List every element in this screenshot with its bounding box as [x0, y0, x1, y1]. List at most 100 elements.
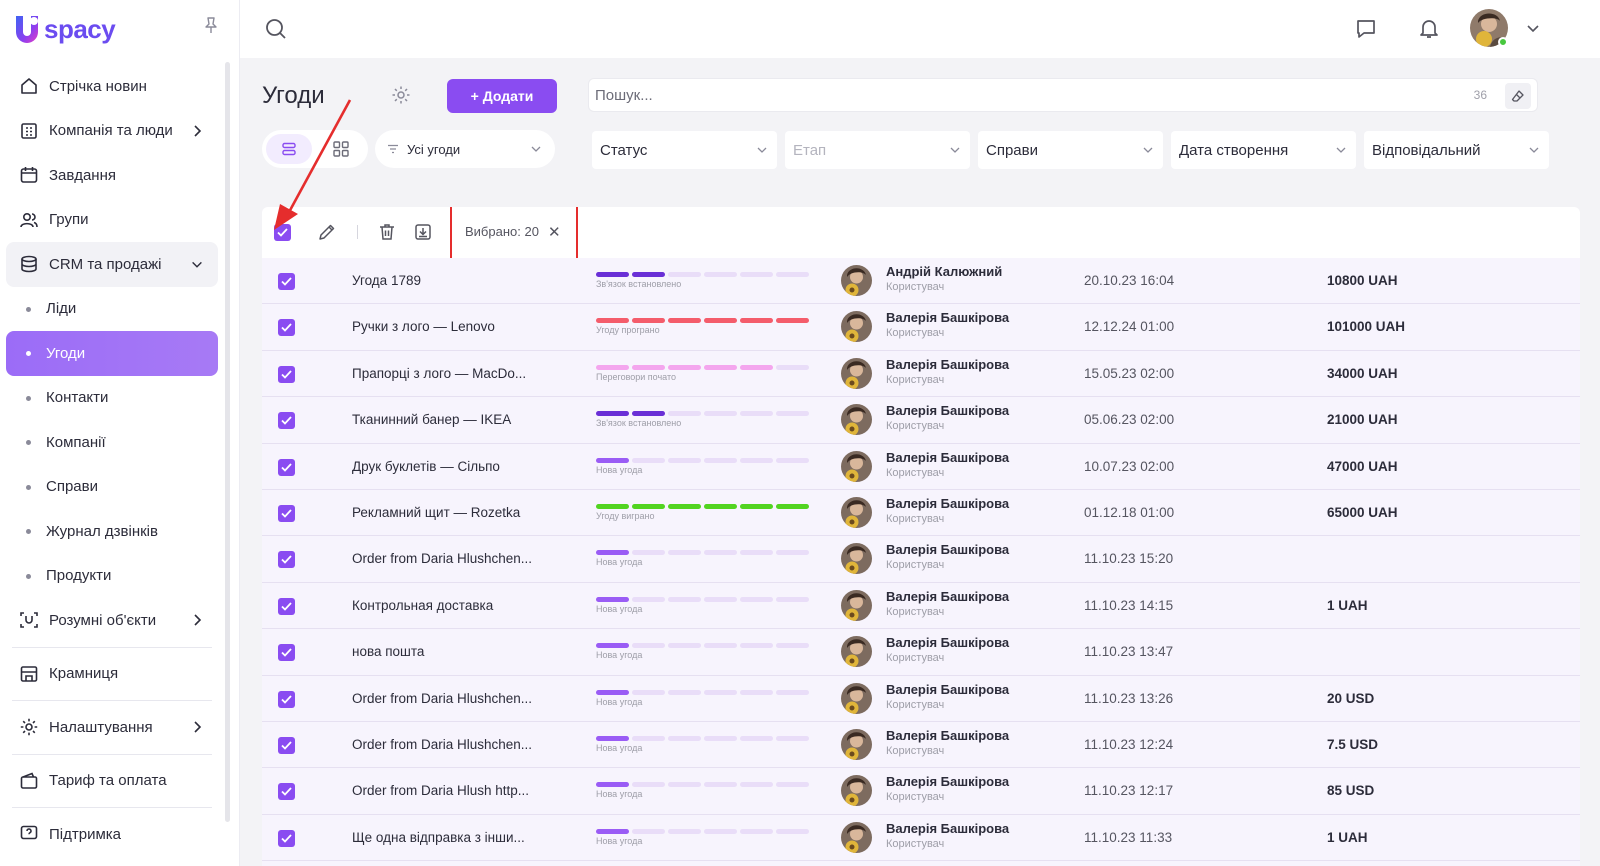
trash-icon[interactable]: [377, 222, 397, 242]
table-row[interactable]: Ручки з лого — Lenovo Угоду програно Валер…: [262, 304, 1580, 351]
row-checkbox[interactable]: [278, 597, 295, 615]
sidebar-subitem-activities[interactable]: Справи: [6, 465, 218, 510]
sidebar-item-settings[interactable]: Налаштування: [6, 705, 218, 750]
row-checkbox[interactable]: [278, 412, 295, 430]
deals-filter-select[interactable]: Усі угоди: [375, 130, 555, 168]
stage-segment: [632, 503, 665, 509]
deal-name[interactable]: Order from Daria Hlushchen...: [352, 551, 572, 566]
deal-name[interactable]: Ручки з лого — Lenovo: [352, 319, 572, 334]
owner-name[interactable]: Валерія Башкірова: [886, 357, 1009, 372]
deal-name[interactable]: Order from Daria Hlush http...: [352, 783, 572, 798]
deal-name[interactable]: Order from Daria Hlushchen...: [352, 737, 572, 752]
row-checkbox[interactable]: [278, 365, 295, 383]
stage-progress: Угоду програно: [596, 318, 812, 335]
app-logo[interactable]: spacy: [12, 12, 116, 46]
row-checkbox[interactable]: [278, 783, 295, 801]
stage-segment: [632, 550, 665, 556]
sidebar-item-billing[interactable]: Тариф та оплата: [6, 759, 218, 804]
row-checkbox[interactable]: [278, 551, 295, 569]
deal-name[interactable]: нова пошта: [352, 644, 572, 659]
sidebar-item-news[interactable]: Стрічка новин: [6, 64, 218, 109]
stage-progress: Нова угода: [596, 643, 812, 660]
table-row[interactable]: Друк буклетів — Сільпо Нова угода Валерія …: [262, 443, 1580, 490]
deal-name[interactable]: Order from Daria Hlushchen...: [352, 691, 572, 706]
row-checkbox[interactable]: [278, 736, 295, 754]
add-deal-button[interactable]: + Додати: [447, 79, 557, 113]
row-checkbox[interactable]: [278, 644, 295, 662]
sidebar-subitem-contacts[interactable]: Контакти: [6, 376, 218, 421]
search-input[interactable]: [595, 79, 1455, 111]
sidebar-item-tasks[interactable]: Завдання: [6, 153, 218, 198]
owner-name[interactable]: Валерія Башкірова: [886, 496, 1009, 511]
table-row[interactable]: Order from Daria Hlush http... Нова угода…: [262, 768, 1580, 815]
sidebar-item-smart-objects[interactable]: Розумні об'єкти: [6, 598, 218, 643]
clear-selection-icon[interactable]: ✕: [548, 223, 561, 241]
table-row[interactable]: Рекламний щит — Rozetka Угоду виграно Вале…: [262, 489, 1580, 537]
table-row[interactable]: Угода 1789 Зв'язок встановлено Андрій Калю…: [262, 258, 1580, 305]
sidebar-subitem-leads[interactable]: Ліди: [6, 287, 218, 332]
chat-icon[interactable]: [1354, 17, 1378, 41]
owner-name[interactable]: Валерія Башкірова: [886, 774, 1009, 789]
deal-name[interactable]: Прапорці з лого — MacDo...: [352, 366, 572, 381]
row-checkbox[interactable]: [278, 319, 295, 337]
table-row[interactable]: Ще одна відправка з інши... Нова угода Вал…: [262, 814, 1580, 862]
select-all-checkbox[interactable]: [274, 224, 291, 241]
list-view-icon[interactable]: [266, 134, 312, 164]
table-row[interactable]: Order from Daria Hlushchen... Нова угода В…: [262, 721, 1580, 769]
owner-name[interactable]: Валерія Башкірова: [886, 542, 1009, 557]
owner-name[interactable]: Валерія Башкірова: [886, 635, 1009, 650]
gear-icon[interactable]: [390, 84, 412, 106]
row-checkbox[interactable]: [278, 273, 295, 290]
sidebar-subitem-deals[interactable]: Угоди: [6, 331, 218, 376]
activities-filter[interactable]: Справи: [978, 131, 1163, 169]
chevron-down-icon[interactable]: [1526, 22, 1540, 36]
stage-filter[interactable]: Етап: [785, 131, 970, 169]
sidebar-item-store[interactable]: Крамниця: [6, 652, 218, 697]
owner-avatar: [841, 496, 872, 528]
owner-name[interactable]: Валерія Башкірова: [886, 821, 1009, 836]
deal-name[interactable]: Друк буклетів — Сільпо: [352, 459, 572, 474]
deal-name[interactable]: Угода 1789: [352, 273, 572, 288]
eraser-icon[interactable]: [1505, 83, 1531, 109]
table-row[interactable]: нова пошта Нова угода Валерія Башкірова Кор…: [262, 629, 1580, 676]
sidebar-item-groups[interactable]: Групи: [6, 198, 218, 243]
sidebar-subitem-call-log[interactable]: Журнал дзвінків: [6, 509, 218, 554]
table-row[interactable]: Тканинний банер — IKEA Зв'язок встановлен…: [262, 397, 1580, 444]
owner-name[interactable]: Валерія Башкірова: [886, 589, 1009, 604]
edit-icon[interactable]: [317, 222, 337, 242]
responsible-filter[interactable]: Відповідальний: [1364, 131, 1549, 169]
sidebar-item-support[interactable]: Підтримка: [6, 812, 218, 857]
deal-name[interactable]: Тканинний банер — IKEA: [352, 412, 572, 427]
kanban-view-icon[interactable]: [318, 134, 364, 164]
bell-icon[interactable]: [1417, 16, 1441, 40]
created-date-filter[interactable]: Дата створення: [1171, 131, 1356, 169]
export-icon[interactable]: [413, 222, 433, 242]
table-row[interactable]: Контрольная доставка Нова угода Валерія Ба…: [262, 582, 1580, 630]
table-row[interactable]: Прапорці з лого — MacDo... Переговори поч…: [262, 350, 1580, 398]
deal-name[interactable]: Рекламний щит — Rozetka: [352, 505, 572, 520]
search-icon[interactable]: [264, 17, 288, 41]
owner-name[interactable]: Андрій Калюжний: [886, 264, 1002, 279]
table-row[interactable]: Order from Daria Hlushchen... Нова угода В…: [262, 536, 1580, 583]
owner-name[interactable]: Валерія Башкірова: [886, 403, 1009, 418]
deal-name[interactable]: Ще одна відправка з інши...: [352, 830, 572, 845]
sidebar-scrollbar[interactable]: [225, 62, 230, 822]
deal-name[interactable]: Контрольная доставка: [352, 598, 572, 613]
row-checkbox[interactable]: [278, 458, 295, 476]
owner-name[interactable]: Валерія Башкірова: [886, 450, 1009, 465]
table-row[interactable]: Order from Daria Hlushchen... Нова угода В…: [262, 675, 1580, 722]
row-checkbox[interactable]: [278, 829, 295, 847]
owner-name[interactable]: Валерія Башкірова: [886, 310, 1009, 325]
status-filter[interactable]: Статус: [592, 131, 777, 169]
sidebar-item-company[interactable]: Компанія та люди: [6, 109, 218, 154]
sidebar-subitem-companies[interactable]: Компанії: [6, 420, 218, 465]
chevron-down-icon: [1336, 147, 1346, 153]
sidebar-subitem-products[interactable]: Продукти: [6, 554, 218, 599]
row-checkbox[interactable]: [278, 504, 295, 522]
row-checkbox[interactable]: [278, 690, 295, 708]
sidebar-item-crm[interactable]: CRM та продажі: [6, 242, 218, 287]
pin-icon[interactable]: [203, 16, 219, 34]
owner-name[interactable]: Валерія Башкірова: [886, 728, 1009, 743]
owner-name[interactable]: Валерія Башкірова: [886, 682, 1009, 697]
owner-info: Валерія Башкірова Користувач: [886, 774, 1009, 803]
